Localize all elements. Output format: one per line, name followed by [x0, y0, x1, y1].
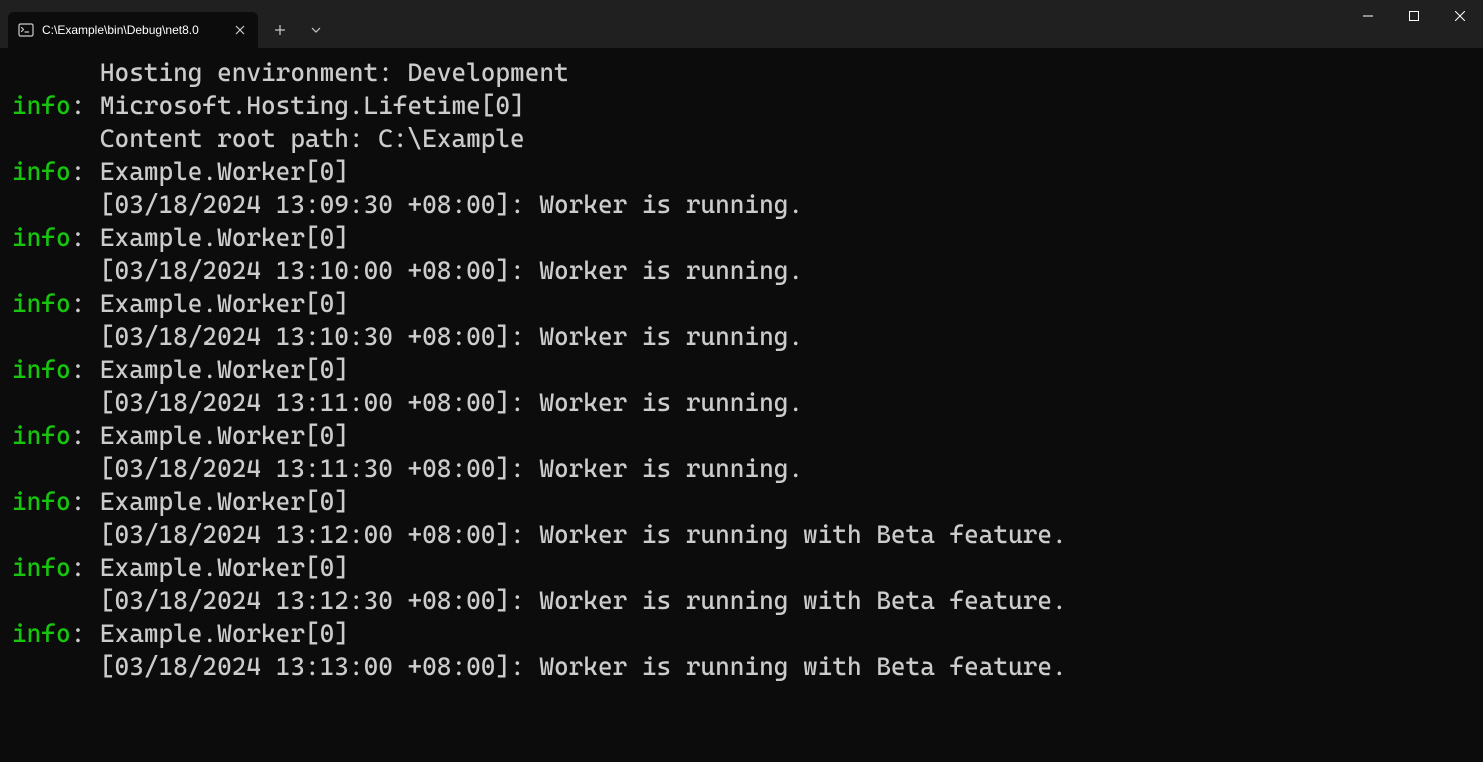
tab-title: C:\Example\bin\Debug\net8.0: [42, 23, 224, 37]
log-line: [03/18/2024 13:09:30 +08:00]: Worker is …: [12, 188, 1471, 221]
log-level-info: info: [12, 487, 71, 516]
minimize-icon: [1363, 11, 1373, 21]
log-level-info: info: [12, 553, 71, 582]
log-line: info: Example.Worker[0]: [12, 287, 1471, 320]
close-window-button[interactable]: [1437, 0, 1483, 32]
log-message: Content root path: C:\Example: [12, 124, 525, 153]
log-message: [03/18/2024 13:11:00 +08:00]: Worker is …: [12, 388, 803, 417]
log-source: : Example.Worker[0]: [71, 421, 349, 450]
log-level-info: info: [12, 289, 71, 318]
log-message: [03/18/2024 13:10:30 +08:00]: Worker is …: [12, 322, 803, 351]
log-level-info: info: [12, 619, 71, 648]
log-line: [03/18/2024 13:12:30 +08:00]: Worker is …: [12, 584, 1471, 617]
log-level-info: info: [12, 157, 71, 186]
new-tab-button[interactable]: [262, 12, 298, 48]
log-source: : Example.Worker[0]: [71, 553, 349, 582]
log-source: : Example.Worker[0]: [71, 289, 349, 318]
tab-row: C:\Example\bin\Debug\net8.0: [0, 0, 334, 48]
titlebar: C:\Example\bin\Debug\net8.0: [0, 0, 1483, 48]
log-message: [03/18/2024 13:10:00 +08:00]: Worker is …: [12, 256, 803, 285]
terminal-output[interactable]: Hosting environment: Developmentinfo: Mi…: [0, 48, 1483, 683]
maximize-button[interactable]: [1391, 0, 1437, 32]
log-level-info: info: [12, 355, 71, 384]
close-icon: [1455, 11, 1465, 21]
minimize-button[interactable]: [1345, 0, 1391, 32]
log-level-info: info: [12, 223, 71, 252]
log-line: [03/18/2024 13:10:00 +08:00]: Worker is …: [12, 254, 1471, 287]
window-controls: [1345, 0, 1483, 40]
log-source: : Example.Worker[0]: [71, 355, 349, 384]
log-line: [03/18/2024 13:12:00 +08:00]: Worker is …: [12, 518, 1471, 551]
log-message: [03/18/2024 13:12:30 +08:00]: Worker is …: [12, 586, 1067, 615]
maximize-icon: [1409, 11, 1419, 21]
log-source: : Microsoft.Hosting.Lifetime[0]: [71, 91, 525, 120]
log-line: info: Example.Worker[0]: [12, 419, 1471, 452]
close-tab-icon[interactable]: [232, 22, 248, 38]
log-message: Hosting environment: Development: [12, 58, 569, 87]
log-line: info: Example.Worker[0]: [12, 155, 1471, 188]
log-message: [03/18/2024 13:09:30 +08:00]: Worker is …: [12, 190, 803, 219]
log-line: Hosting environment: Development: [12, 56, 1471, 89]
tab-dropdown-button[interactable]: [298, 12, 334, 48]
plus-icon: [274, 24, 286, 36]
log-message: [03/18/2024 13:11:30 +08:00]: Worker is …: [12, 454, 803, 483]
log-line: info: Example.Worker[0]: [12, 551, 1471, 584]
terminal-icon: [18, 22, 34, 38]
log-line: info: Example.Worker[0]: [12, 485, 1471, 518]
log-source: : Example.Worker[0]: [71, 487, 349, 516]
log-source: : Example.Worker[0]: [71, 223, 349, 252]
log-level-info: info: [12, 91, 71, 120]
log-line: info: Example.Worker[0]: [12, 617, 1471, 650]
chevron-down-icon: [311, 27, 321, 33]
log-line: [03/18/2024 13:11:00 +08:00]: Worker is …: [12, 386, 1471, 419]
log-line: [03/18/2024 13:10:30 +08:00]: Worker is …: [12, 320, 1471, 353]
tab-active[interactable]: C:\Example\bin\Debug\net8.0: [8, 12, 258, 48]
log-line: info: Example.Worker[0]: [12, 353, 1471, 386]
log-line: [03/18/2024 13:13:00 +08:00]: Worker is …: [12, 650, 1471, 683]
log-line: Content root path: C:\Example: [12, 122, 1471, 155]
log-line: info: Microsoft.Hosting.Lifetime[0]: [12, 89, 1471, 122]
log-message: [03/18/2024 13:12:00 +08:00]: Worker is …: [12, 520, 1067, 549]
log-message: [03/18/2024 13:13:00 +08:00]: Worker is …: [12, 652, 1067, 681]
log-level-info: info: [12, 421, 71, 450]
log-source: : Example.Worker[0]: [71, 157, 349, 186]
log-line: [03/18/2024 13:11:30 +08:00]: Worker is …: [12, 452, 1471, 485]
log-line: info: Example.Worker[0]: [12, 221, 1471, 254]
log-source: : Example.Worker[0]: [71, 619, 349, 648]
